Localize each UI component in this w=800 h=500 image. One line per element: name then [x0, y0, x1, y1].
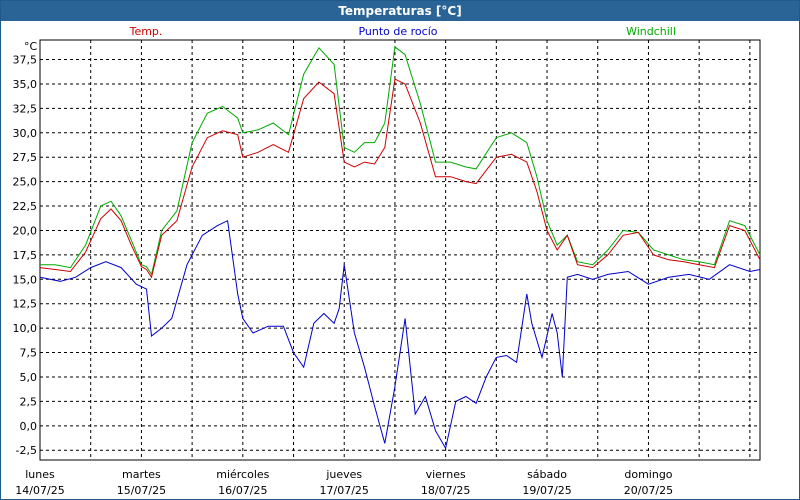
x-tick-day: miércoles: [216, 468, 269, 481]
x-tick-day: jueves: [325, 468, 362, 481]
y-axis-unit-label: °C: [24, 40, 38, 53]
x-tick-date: 17/07/25: [320, 484, 369, 497]
x-tick-date: 15/07/25: [117, 484, 166, 497]
x-tick-date: 19/07/25: [522, 484, 571, 497]
x-tick-date: 16/07/25: [218, 484, 267, 497]
grid: [40, 40, 760, 460]
x-tick-day: martes: [122, 468, 161, 481]
y-tick-label: 12,5: [13, 298, 38, 311]
plot-frame: [39, 39, 761, 461]
x-tick-day: viernes: [426, 468, 466, 481]
legend-dew-point: Punto de rocío: [358, 25, 437, 38]
x-axis: lunes 14/07/25 martes 15/07/25 miércoles 16/0…: [15, 468, 673, 497]
y-tick-label: 30,0: [13, 127, 38, 140]
legend-windchill: Windchill: [626, 25, 676, 38]
y-tick-label: 20,0: [13, 224, 38, 237]
y-axis: -2,5 0,0 2,5 5,0 7,5 10,0 12,5 15,0 17,5 20,0 22,5…: [13, 54, 38, 458]
y-tick-label: 10,0: [13, 322, 38, 335]
y-tick-label: 35,0: [13, 78, 38, 91]
x-tick-date: 20/07/25: [624, 484, 673, 497]
y-tick-label: 27,5: [13, 151, 38, 164]
y-tick-label: 17,5: [13, 249, 38, 262]
x-tick-day: lunes: [25, 468, 55, 481]
x-tick-day: domingo: [624, 468, 672, 481]
y-tick-label: 0,0: [20, 420, 38, 433]
x-tick-day: sábado: [527, 468, 567, 481]
y-tick-label: 32,5: [13, 102, 38, 115]
y-tick-label: 2,5: [20, 395, 38, 408]
y-tick-label: 7,5: [20, 347, 38, 360]
temperature-chart: -2,5 0,0 2,5 5,0 7,5 10,0 12,5 15,0 17,5 20,0 22,5…: [13, 25, 761, 497]
y-tick-label: 37,5: [13, 54, 38, 67]
legend-temp: Temp.: [129, 25, 163, 38]
y-tick-label: -2,5: [16, 444, 37, 457]
series-windchill-line: [40, 45, 761, 276]
y-tick-label: 22,5: [13, 200, 38, 213]
y-tick-label: 5,0: [20, 371, 38, 384]
series-lines: [39, 45, 761, 450]
y-tick-label: 15,0: [13, 273, 38, 286]
x-tick-date: 14/07/25: [15, 484, 64, 497]
y-tick-label: 25,0: [13, 176, 38, 189]
x-tick-date: 18/07/25: [421, 484, 470, 497]
